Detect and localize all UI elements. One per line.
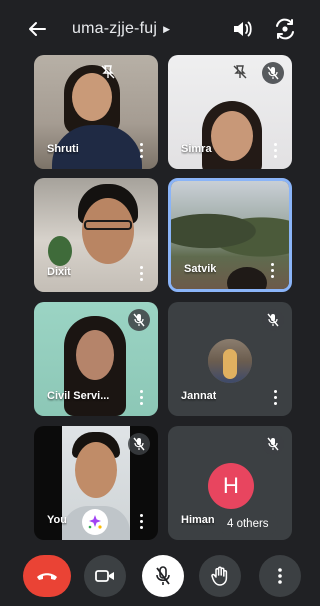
participant-tile[interactable]: Simra [168, 55, 292, 169]
others-count-button[interactable]: 4 others [218, 513, 278, 535]
mic-off-icon [267, 66, 279, 80]
participant-name: Satvik [184, 263, 217, 275]
face [82, 198, 134, 264]
meeting-code: uma-zjje-fuj [72, 20, 158, 37]
pin-off-icon [101, 65, 115, 79]
participant-options-button[interactable] [270, 388, 280, 406]
call-end-icon [37, 573, 57, 580]
camera-button[interactable] [84, 555, 126, 597]
effects-button[interactable] [82, 509, 108, 535]
mic-muted-indicator [262, 62, 284, 84]
participant-tile[interactable]: Jannat [168, 302, 292, 416]
switch-camera-button[interactable] [273, 18, 297, 40]
plant [48, 236, 72, 266]
mic-muted-indicator [262, 433, 284, 455]
participant-tile[interactable]: Shruti [34, 55, 158, 169]
more-options-button[interactable] [259, 555, 301, 597]
avatar [208, 339, 252, 383]
volume-icon [234, 21, 252, 37]
participant-tile[interactable]: Dixit [34, 178, 158, 292]
mic-off-icon [133, 313, 145, 327]
face [72, 73, 112, 121]
hand-icon [211, 566, 228, 586]
participant-options-button[interactable] [136, 512, 146, 530]
mic-off-icon [267, 437, 279, 451]
trees [171, 201, 289, 261]
participant-options-button[interactable] [136, 264, 146, 282]
sparkle-icon [88, 515, 102, 529]
participant-name: Jannat [181, 390, 217, 402]
participant-name: Shruti [47, 143, 79, 155]
participant-options-button[interactable] [267, 261, 277, 279]
head [227, 267, 267, 289]
end-call-button[interactable] [23, 555, 71, 597]
face [211, 111, 253, 161]
participant-name: Dixit [47, 266, 71, 278]
mic-off-icon [267, 313, 279, 327]
more-vert-icon [278, 568, 282, 584]
caret-right-icon: ▶ [163, 23, 171, 34]
avatar-figure [223, 349, 237, 379]
glasses [84, 220, 132, 230]
speaker-button[interactable] [232, 19, 254, 39]
mic-off-icon [133, 437, 145, 451]
raise-hand-button[interactable] [199, 555, 241, 597]
mic-off-icon [156, 566, 170, 585]
participant-options-button[interactable] [270, 141, 280, 159]
pin-off-icon [233, 65, 247, 79]
participant-name: Civil Servi... [47, 390, 110, 402]
participant-name: You [47, 514, 67, 526]
arrow-back-icon [29, 22, 46, 36]
mic-muted-indicator [128, 309, 150, 331]
call-controls [0, 555, 315, 601]
videocam-icon [95, 570, 114, 582]
mic-muted-indicator [262, 309, 284, 331]
participant-name: Himan [181, 514, 215, 526]
microphone-button[interactable] [142, 555, 184, 597]
participant-options-button[interactable] [136, 388, 146, 406]
participant-tile-active-speaker[interactable]: Satvik [168, 178, 292, 292]
avatar: H [208, 463, 254, 509]
switch-camera-icon [276, 18, 294, 40]
self-view-tile[interactable]: You [34, 426, 158, 540]
meeting-code-button[interactable]: uma-zjje-fuj ▶ [72, 20, 170, 38]
back-button[interactable] [26, 18, 48, 40]
participant-tile[interactable]: H Himan 4 others [168, 426, 292, 540]
participant-tile[interactable]: Civil Servi... [34, 302, 158, 416]
face [75, 442, 117, 498]
participant-options-button[interactable] [136, 141, 146, 159]
top-bar: uma-zjje-fuj ▶ [0, 0, 315, 56]
participant-name: Simra [181, 143, 212, 155]
face [76, 330, 114, 380]
mic-muted-indicator [128, 433, 150, 455]
